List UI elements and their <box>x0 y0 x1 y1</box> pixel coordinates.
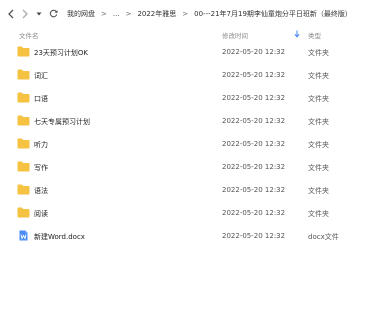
refresh-icon <box>49 9 57 18</box>
file-type: 文件夹 <box>308 210 329 218</box>
column-header-name[interactable]: 文件名 <box>19 30 39 40</box>
file-modified-date: 2022-05-20 12:32 <box>222 186 286 194</box>
file-type: docx文件 <box>308 233 339 241</box>
breadcrumb-item-ielts-2022[interactable]: 2022年雅思 <box>136 9 177 19</box>
file-list-header: 文件名 修改时间 类型 <box>0 27 365 41</box>
back-arrow-icon <box>8 9 14 18</box>
sort-descending-icon[interactable] <box>294 30 300 38</box>
file-list: 23天预习计划OK 2022-05-20 12:32 文件夹 词汇 2022-0… <box>0 41 365 248</box>
folder-icon <box>17 161 30 172</box>
refresh-button[interactable] <box>46 0 60 27</box>
file-row[interactable]: 词汇 2022-05-20 12:32 文件夹 <box>0 64 365 87</box>
file-modified-date: 2022-05-20 12:32 <box>222 140 286 148</box>
file-type: 文件夹 <box>308 187 329 195</box>
file-name: 七天专属预习计划 <box>34 118 90 126</box>
breadcrumb-separator: > <box>125 9 132 18</box>
breadcrumb-separator: > <box>101 9 107 18</box>
file-name: 23天预习计划OK <box>34 49 89 57</box>
file-type: 文件夹 <box>308 95 329 103</box>
file-modified-date: 2022-05-20 12:32 <box>222 48 286 56</box>
navigation-bar: 我的网盘 > ... > 2022年雅思 > 00---21年7月19期李仙童炮… <box>0 0 365 27</box>
chevron-down-icon <box>36 12 42 15</box>
file-name: 口语 <box>34 95 48 103</box>
file-row[interactable]: 写作 2022-05-20 12:32 文件夹 <box>0 156 365 179</box>
file-row[interactable]: 23天预习计划OK 2022-05-20 12:32 文件夹 <box>0 41 365 64</box>
folder-icon <box>17 69 30 80</box>
file-modified-date: 2022-05-20 12:32 <box>222 232 286 240</box>
folder-icon <box>17 184 30 195</box>
file-name: 听力 <box>34 141 48 149</box>
folder-icon <box>17 138 30 149</box>
column-header-type[interactable]: 类型 <box>308 30 321 40</box>
folder-icon <box>17 115 30 126</box>
file-name: 词汇 <box>34 72 48 80</box>
file-name: 写作 <box>34 164 48 172</box>
file-type: 文件夹 <box>308 164 329 172</box>
history-dropdown-button[interactable] <box>32 0 46 27</box>
breadcrumb-item-current[interactable]: 00---21年7月19期李仙童炮分平日班新（最终版） <box>193 9 353 19</box>
file-type: 文件夹 <box>308 141 329 149</box>
file-row[interactable]: 七天专属预习计划 2022-05-20 12:32 文件夹 <box>0 110 365 133</box>
file-type: 文件夹 <box>308 49 329 57</box>
file-name: 新建Word.docx <box>34 233 85 241</box>
breadcrumb: 我的网盘 > ... > 2022年雅思 > 00---21年7月19期李仙童炮… <box>66 9 353 19</box>
file-row[interactable]: 新建Word.docx 2022-05-20 12:32 docx文件 <box>0 225 365 248</box>
breadcrumb-separator: > <box>182 9 189 18</box>
file-name: 阅读 <box>34 210 48 218</box>
file-modified-date: 2022-05-20 12:32 <box>222 71 286 79</box>
back-button[interactable] <box>4 0 18 27</box>
file-row[interactable]: 口语 2022-05-20 12:32 文件夹 <box>0 87 365 110</box>
file-type: 文件夹 <box>308 72 329 80</box>
file-row[interactable]: 阅读 2022-05-20 12:32 文件夹 <box>0 202 365 225</box>
file-modified-date: 2022-05-20 12:32 <box>222 117 286 125</box>
file-row[interactable]: 听力 2022-05-20 12:32 文件夹 <box>0 133 365 156</box>
folder-icon <box>17 207 30 218</box>
file-modified-date: 2022-05-20 12:32 <box>222 209 286 217</box>
breadcrumb-item-root[interactable]: 我的网盘 <box>66 9 96 19</box>
word-doc-icon <box>19 230 28 241</box>
folder-icon <box>17 92 30 103</box>
file-modified-date: 2022-05-20 12:32 <box>222 163 286 171</box>
forward-button[interactable] <box>18 0 32 27</box>
folder-icon <box>17 46 30 57</box>
breadcrumb-item-ellipsis[interactable]: ... <box>112 10 121 18</box>
file-row[interactable]: 语法 2022-05-20 12:32 文件夹 <box>0 179 365 202</box>
file-type: 文件夹 <box>308 118 329 126</box>
file-modified-date: 2022-05-20 12:32 <box>222 94 286 102</box>
column-header-modified[interactable]: 修改时间 <box>222 30 248 40</box>
file-name: 语法 <box>34 187 48 195</box>
forward-arrow-icon <box>22 9 28 18</box>
